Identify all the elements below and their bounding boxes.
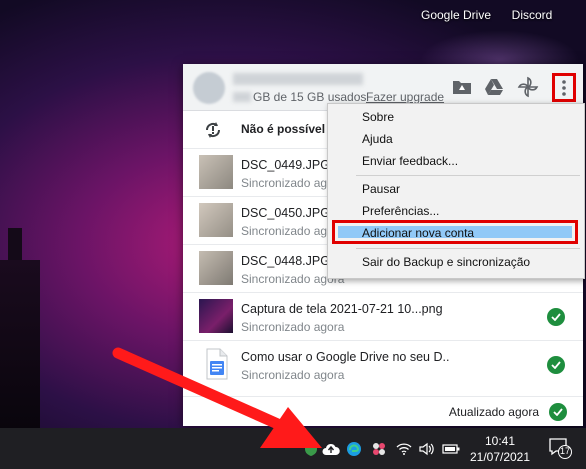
- desktop-icon-google-drive[interactable]: Google Drive: [418, 0, 494, 30]
- menu-item-preferences[interactable]: Preferências...: [362, 204, 439, 218]
- open-folder-button[interactable]: [449, 74, 475, 100]
- file-row[interactable]: Captura de tela 2021-07-21 10...png Sinc…: [183, 292, 583, 341]
- synced-check-icon: [547, 356, 565, 374]
- account-email-blurred: [233, 73, 363, 85]
- image-thumbnail: [199, 251, 233, 285]
- open-drive-web-button[interactable]: [481, 74, 507, 100]
- sync-problem-icon: [205, 122, 221, 138]
- file-name: DSC_0450.JPG: [241, 206, 330, 220]
- open-photos-button[interactable]: [515, 74, 541, 100]
- image-thumbnail: [199, 203, 233, 237]
- image-thumbnail: [199, 299, 233, 333]
- more-vert-icon: [562, 79, 566, 96]
- wifi-icon[interactable]: [395, 440, 413, 458]
- clock-date: 21/07/2021: [469, 450, 531, 464]
- quota-used-blurred: [233, 92, 251, 102]
- notification-count: 17: [559, 446, 570, 456]
- menu-item-send-feedback[interactable]: Enviar feedback...: [362, 154, 458, 168]
- menu-item-help[interactable]: Ajuda: [362, 132, 393, 146]
- sync-status-text: Atualizado agora: [448, 405, 539, 419]
- desktop-icon-discord[interactable]: Discord: [502, 0, 562, 30]
- more-options-menu: Sobre Ajuda Enviar feedback... Pausar Pr…: [327, 103, 585, 279]
- more-options-button[interactable]: [552, 73, 576, 102]
- sync-error-text: Não é possível s: [241, 122, 336, 136]
- file-status: Sincronizado agora: [241, 320, 345, 334]
- battery-icon[interactable]: [442, 440, 460, 458]
- menu-item-pause[interactable]: Pausar: [362, 182, 400, 196]
- synced-check-icon: [547, 308, 565, 326]
- google-drive-icon: [485, 79, 503, 95]
- account-avatar[interactable]: [193, 72, 225, 104]
- clock-time: 10:41: [484, 434, 516, 448]
- storage-quota: GB de 15 GB usados: [253, 90, 367, 104]
- menu-separator: [356, 248, 580, 249]
- menu-item-add-account[interactable]: Adicionar nova conta: [362, 226, 474, 240]
- menu-item-about[interactable]: Sobre: [362, 110, 394, 124]
- image-thumbnail: [199, 155, 233, 189]
- synced-check-icon: [549, 403, 567, 421]
- folder-drive-icon: [453, 81, 471, 94]
- edge-tray-icon[interactable]: [345, 440, 363, 458]
- notification-center-button[interactable]: 17: [548, 436, 572, 460]
- file-name: DSC_0448.JPG: [241, 254, 330, 268]
- annotation-arrow-icon: [112, 347, 322, 448]
- file-name: DSC_0449.JPG: [241, 158, 330, 172]
- volume-icon[interactable]: [418, 440, 436, 458]
- menu-separator: [356, 175, 580, 176]
- app-tray-icon[interactable]: [370, 440, 388, 458]
- tower-silhouette: [0, 260, 40, 430]
- clock[interactable]: 10:41 21/07/2021: [466, 433, 534, 465]
- menu-item-quit[interactable]: Sair do Backup e sincronização: [362, 255, 530, 269]
- upgrade-link[interactable]: Fazer upgrade: [366, 90, 444, 104]
- file-name: Captura de tela 2021-07-21 10...png: [241, 302, 443, 316]
- google-photos-icon: [517, 76, 539, 98]
